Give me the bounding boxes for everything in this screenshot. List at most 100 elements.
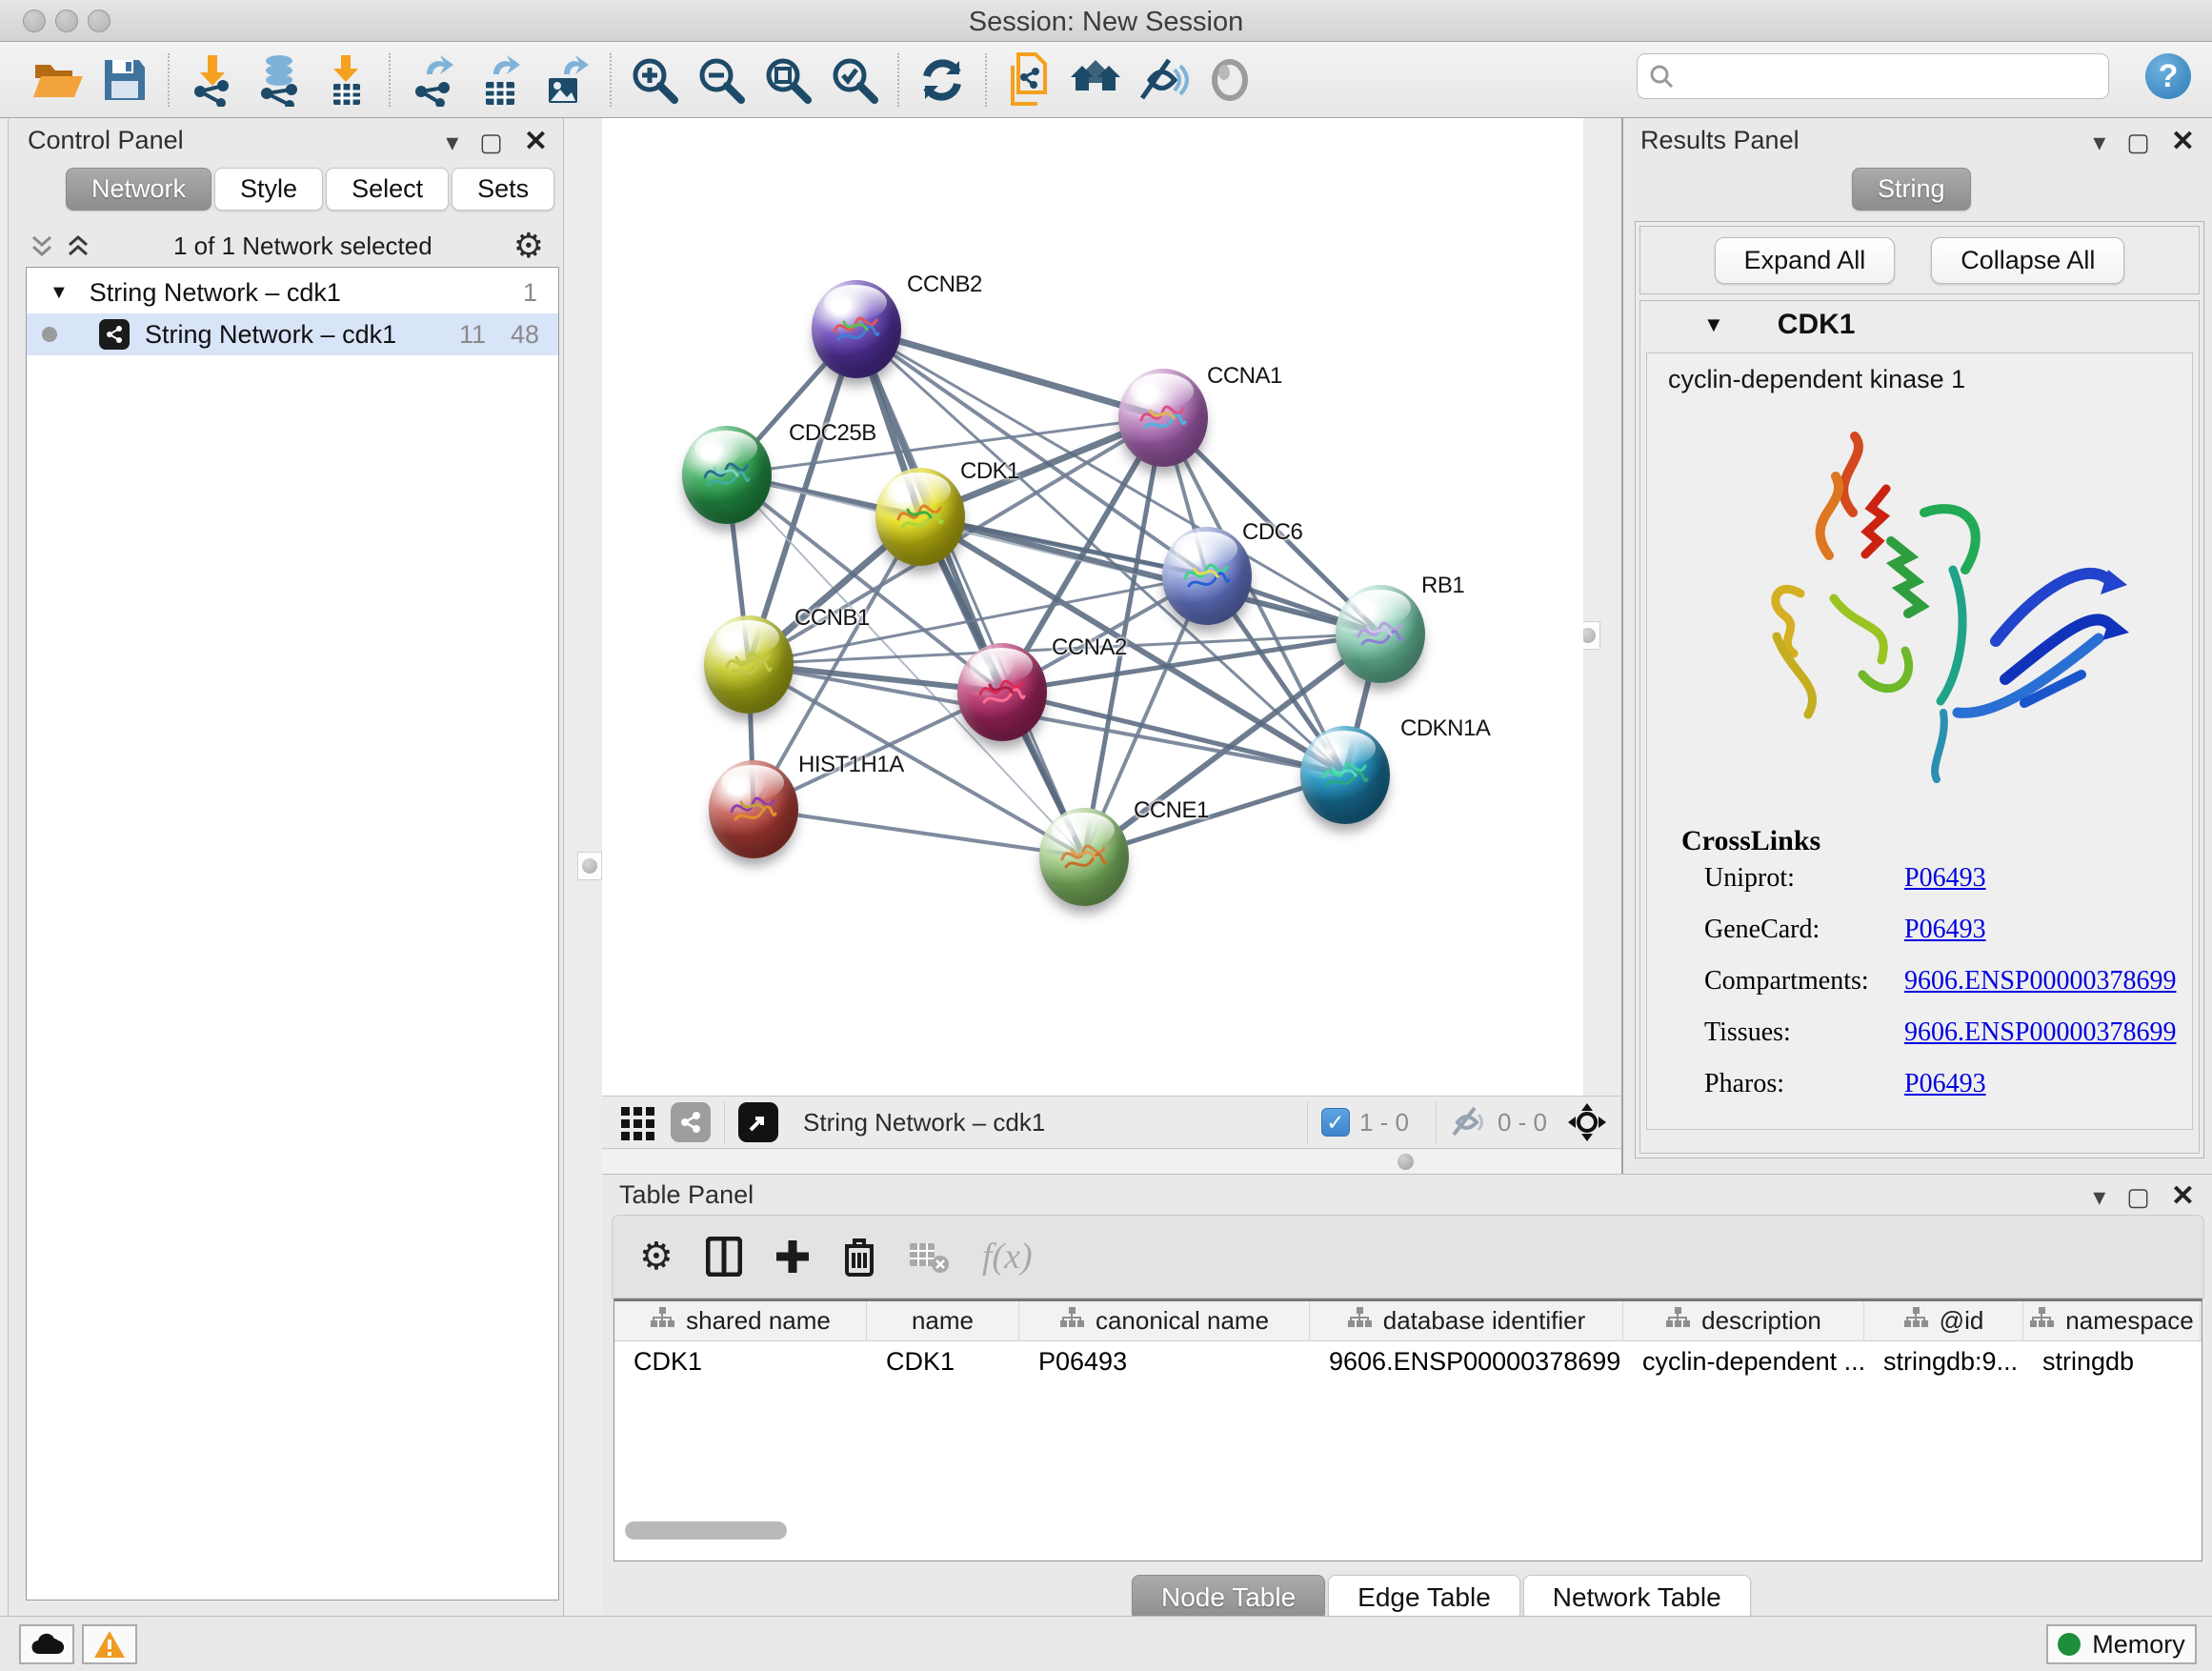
tab-network[interactable]: Network [66, 168, 211, 211]
node-label-ccna1: CCNA1 [1207, 363, 1282, 390]
refresh-icon[interactable] [909, 50, 975, 111]
tab-sets[interactable]: Sets [452, 168, 554, 211]
column-header-description[interactable]: description [1623, 1301, 1864, 1340]
zoom-fit-icon[interactable] [754, 50, 821, 111]
export-image-icon[interactable] [533, 50, 600, 111]
toolbar-separator [985, 53, 987, 107]
import-table-from-file-icon[interactable] [312, 50, 379, 111]
import-network-from-file-icon[interactable] [179, 50, 246, 111]
add-column-icon[interactable] [774, 1238, 811, 1275]
protein-section-header[interactable]: ▼ CDK1 [1640, 301, 2199, 349]
toolbar-separator [610, 53, 612, 107]
pan-tool-icon[interactable] [1566, 1101, 1608, 1143]
network-node-cdk1[interactable] [875, 468, 965, 566]
protein-details: cyclin-dependent kinase 1 [1646, 352, 2193, 1130]
selected-indicator-checkbox[interactable]: ✓ [1321, 1108, 1350, 1137]
panel-close-icon[interactable]: ✕ [2171, 128, 2195, 156]
crosslink-link[interactable]: 9606.ENSP00000378699 [1904, 966, 2176, 997]
tab-style[interactable]: Style [214, 168, 323, 211]
cloud-button[interactable] [19, 1624, 74, 1664]
panel-menu-icon[interactable]: ▾ [2093, 1184, 2105, 1209]
share-view-icon[interactable] [671, 1102, 711, 1142]
help-icon[interactable]: ? [2145, 53, 2191, 99]
open-session-icon[interactable] [25, 50, 91, 111]
open-in-window-icon[interactable] [738, 1102, 778, 1142]
tab-network-table[interactable]: Network Table [1523, 1575, 1751, 1621]
tab-select[interactable]: Select [326, 168, 449, 211]
column-header-name[interactable]: name [867, 1301, 1019, 1340]
delete-column-icon[interactable] [843, 1237, 875, 1277]
tab-edge-table[interactable]: Edge Table [1328, 1575, 1520, 1621]
crosslink-link[interactable]: P06493 [1904, 1069, 1986, 1099]
panel-float-icon[interactable]: ▢ [2126, 1184, 2150, 1209]
network-node-ccna1[interactable] [1118, 369, 1208, 467]
network-node-cdc6[interactable] [1162, 527, 1252, 625]
main-toolbar: ? [0, 42, 2212, 118]
zoom-selected-icon[interactable] [821, 50, 888, 111]
table-settings-gear-icon[interactable]: ⚙ [639, 1235, 674, 1278]
show-columns-icon[interactable] [706, 1237, 742, 1277]
column-header-id[interactable]: @id [1864, 1301, 2023, 1340]
panel-close-icon[interactable]: ✕ [2171, 1182, 2195, 1211]
crosslink-link[interactable]: 9606.ENSP00000378699 [1904, 1017, 2176, 1048]
memory-button[interactable]: Memory [2046, 1624, 2197, 1664]
gear-icon[interactable]: ⚙ [513, 226, 544, 266]
network-node-ccne1[interactable] [1039, 808, 1129, 906]
horizontal-splitter-handle[interactable] [1398, 1154, 1414, 1170]
panel-close-icon[interactable]: ✕ [524, 128, 548, 156]
horizontal-scrollbar-thumb[interactable] [625, 1521, 787, 1540]
hide-selected-icon[interactable] [1130, 50, 1196, 111]
table-row[interactable]: CDK1CDK1P064939606.ENSP00000378699cyclin… [614, 1341, 2202, 1381]
network-node-hist1h1a[interactable] [709, 760, 798, 858]
tree-collapse-icon[interactable]: ▼ [50, 282, 69, 304]
collapse-all-icon[interactable] [28, 232, 56, 260]
panel-menu-icon[interactable]: ▾ [2093, 130, 2105, 154]
warnings-button[interactable] [82, 1624, 137, 1664]
toolbar-separator [168, 53, 170, 107]
zoom-out-icon[interactable] [688, 50, 754, 111]
column-header-database-identifier[interactable]: database identifier [1310, 1301, 1623, 1340]
save-session-icon[interactable] [91, 50, 158, 111]
section-collapse-icon[interactable]: ▼ [1703, 312, 1724, 337]
import-network-from-database-icon[interactable] [246, 50, 312, 111]
clone-network-icon[interactable] [996, 50, 1063, 111]
export-table-icon[interactable] [467, 50, 533, 111]
panel-float-icon[interactable]: ▢ [479, 130, 503, 154]
network-row-selected[interactable]: String Network – cdk1 11 48 [27, 313, 558, 355]
network-node-ccnb2[interactable] [812, 280, 901, 378]
horizontal-splitter[interactable] [602, 1150, 1621, 1174]
network-canvas[interactable]: CCNB2CCNA1CDC25BCDK1CDC6RB1CCNB1CCNA2CDK… [602, 118, 1583, 1096]
export-network-icon[interactable] [400, 50, 467, 111]
show-all-icon[interactable] [1196, 50, 1263, 111]
tab-string[interactable]: String [1852, 168, 1971, 211]
column-header-namespace[interactable]: namespace [2023, 1301, 2201, 1340]
network-tree: ▼ String Network – cdk1 1 String Network… [26, 267, 559, 1601]
first-neighbors-icon[interactable] [1063, 50, 1130, 111]
memory-label: Memory [2092, 1630, 2185, 1660]
grid-view-icon[interactable] [619, 1103, 657, 1141]
network-node-cdkn1a[interactable] [1300, 726, 1390, 824]
tab-node-table[interactable]: Node Table [1132, 1575, 1325, 1621]
search-field[interactable] [1637, 53, 2109, 99]
column-header-shared-name[interactable]: shared name [614, 1301, 867, 1340]
left-splitter-handle[interactable] [577, 852, 602, 880]
panel-float-icon[interactable]: ▢ [2126, 130, 2150, 154]
panel-menu-icon[interactable]: ▾ [446, 130, 458, 154]
crosslink-link[interactable]: P06493 [1904, 863, 1986, 894]
clear-table-icon [908, 1239, 950, 1274]
collapse-all-button[interactable]: Collapse All [1931, 237, 2124, 284]
network-collection-row[interactable]: ▼ String Network – cdk1 1 [27, 272, 558, 313]
toolbar-separator [724, 1101, 725, 1143]
column-header-canonical-name[interactable]: canonical name [1019, 1301, 1310, 1340]
network-node-rb1[interactable] [1336, 585, 1425, 683]
network-node-ccnb1[interactable] [704, 615, 794, 714]
zoom-in-icon[interactable] [621, 50, 688, 111]
crosslink-link[interactable]: P06493 [1904, 915, 1986, 945]
network-node-cdc25b[interactable] [682, 426, 772, 524]
expand-all-icon[interactable] [64, 232, 92, 260]
search-input[interactable] [1683, 61, 2108, 92]
edge-count: 48 [511, 320, 539, 350]
left-splitter[interactable] [564, 118, 602, 1174]
network-node-ccna2[interactable] [957, 643, 1047, 741]
expand-all-button[interactable]: Expand All [1715, 237, 1896, 284]
